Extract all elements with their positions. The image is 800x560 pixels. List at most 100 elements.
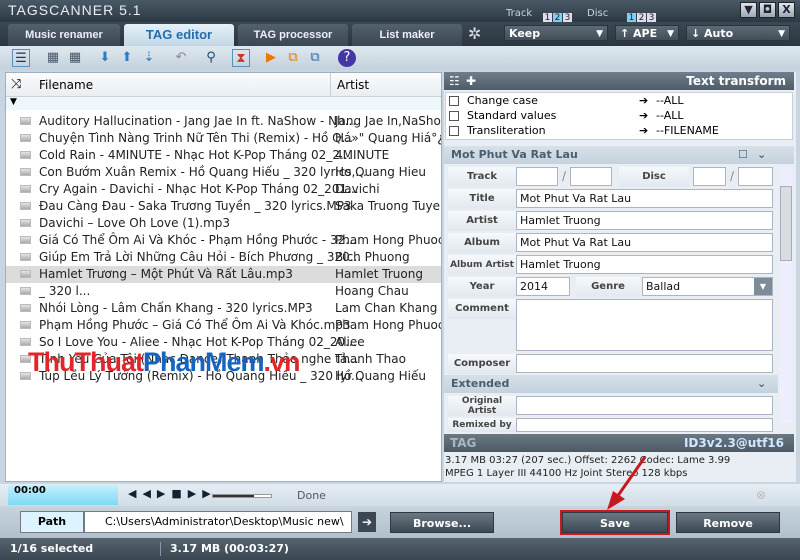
table-row[interactable]: _ 320 l... Hoang Chau xyxy=(6,283,441,300)
table-row[interactable]: Con Bướm Xuân Remix - Hồ Quang Hiếu _ 32… xyxy=(6,164,441,181)
extended-title: Extended xyxy=(451,377,510,390)
transform-target[interactable]: --ALL xyxy=(656,109,683,122)
save-button[interactable]: Save xyxy=(560,510,670,535)
comment-field-label: Comment xyxy=(448,299,516,319)
disc-total-input[interactable] xyxy=(738,167,773,186)
search-icon[interactable]: ⚲ xyxy=(202,49,220,67)
transform-item[interactable]: Transliteration ➔ --FILENAME xyxy=(449,124,779,139)
artist-input[interactable]: Hamlet Truong xyxy=(516,211,773,230)
table-row[interactable]: Cold Rain - 4MINUTE - Nhạc Hot K-Pop Thá… xyxy=(6,147,441,164)
table-row[interactable]: Đau Càng Đau - Saka Trương Tuyền _ 320 l… xyxy=(6,198,441,215)
tag-label: TAG xyxy=(450,436,477,450)
column-artist[interactable]: Artist xyxy=(337,78,369,92)
path-input[interactable]: C:\Users\Administrator\Desktop\Music new… xyxy=(84,511,352,533)
remixed-by-input[interactable] xyxy=(516,418,773,432)
close-player-icon[interactable]: ⊗ xyxy=(756,488,766,502)
main-section-header[interactable]: Mot Phut Va Rat Lau ☐ ⌄ xyxy=(444,146,794,164)
undo-icon[interactable]: ↶ xyxy=(172,49,190,67)
keep-dropdown[interactable]: Keep ▼ xyxy=(504,25,608,41)
browse-button[interactable]: Browse... xyxy=(390,512,494,533)
checkbox[interactable] xyxy=(449,126,459,136)
group-toggle[interactable]: ▼ xyxy=(6,97,441,110)
table-row[interactable]: Giá Có Thể Ôm Ai Và Khóc - Phạm Hồng Phư… xyxy=(6,232,441,249)
go-arrow-icon[interactable]: ➔ xyxy=(358,512,376,532)
transform-item[interactable]: Change case ➔ --ALL xyxy=(449,94,779,109)
title-input[interactable]: Mot Phut Va Rat Lau xyxy=(516,189,773,208)
auto-dropdown[interactable]: ↓ Auto ▼ xyxy=(686,25,790,41)
filename-cell: Hamlet Trương – Một Phút Và Rất Lâu.mp3 xyxy=(39,267,293,281)
disc-field-label: Disc xyxy=(619,167,689,187)
table-row[interactable]: Davichi – Love Oh Love (1).mp3 xyxy=(6,215,441,232)
filename-cell: Cold Rain - 4MINUTE - Nhạc Hot K-Pop Thá… xyxy=(39,148,352,162)
table-row[interactable]: Chuyện Tình Nàng Trinh Nữ Tên Thi (Remix… xyxy=(6,130,441,147)
tab-list-maker[interactable]: List maker xyxy=(352,24,462,46)
comment-input[interactable] xyxy=(516,299,773,351)
tab-tag-editor[interactable]: TAG editor xyxy=(124,24,234,46)
close-button[interactable]: X xyxy=(778,2,795,18)
chevron-down-icon[interactable]: ⌄ xyxy=(757,146,766,164)
column-filename[interactable]: Filename xyxy=(39,78,93,92)
transform-target[interactable]: --FILENAME xyxy=(656,124,719,137)
audio-file-icon xyxy=(20,117,31,125)
move-down-icon[interactable]: ⬇ xyxy=(96,49,114,67)
tree-view-icon[interactable]: ☰ xyxy=(12,49,30,67)
tab-bar: Music renamer TAG editor TAG processor L… xyxy=(0,22,800,46)
settings-gear-icon[interactable]: ✲ xyxy=(468,24,481,43)
arrow-icon: ➔ xyxy=(639,109,649,122)
album-input[interactable]: Mot Phut Va Rat Lau xyxy=(516,233,773,252)
genre-select[interactable]: Ballad ▼ xyxy=(642,277,773,296)
table-row[interactable]: Hamlet Trương – Một Phút Và Rất Lâu.mp3 H… xyxy=(6,266,441,283)
audio-file-icon xyxy=(20,151,31,159)
transform-item[interactable]: Standard values ➔ --ALL xyxy=(449,109,779,124)
table-row[interactable]: Phạm Hồng Phước – Giá Có Thể Ôm Ai Và Kh… xyxy=(6,317,441,334)
grid-large-icon[interactable]: ▦ xyxy=(66,49,84,67)
original-artist-field-label: Original Artist xyxy=(448,396,516,416)
chevron-down-icon[interactable]: ⌄ xyxy=(757,375,766,393)
table-row[interactable]: Auditory Hallucination - Jang Jae In ft.… xyxy=(6,113,441,130)
extended-section-header[interactable]: Extended ⌄ xyxy=(444,375,778,393)
transform-label: Standard values xyxy=(467,109,557,122)
scrollbar[interactable] xyxy=(780,168,792,423)
artist-cell: 4MINUTE xyxy=(335,148,390,162)
filename-cell: Auditory Hallucination - Jang Jae In ft.… xyxy=(39,114,357,128)
disc-input[interactable] xyxy=(693,167,726,186)
composer-input[interactable] xyxy=(516,354,773,373)
grid-small-icon[interactable]: ▦ xyxy=(44,49,62,67)
chevron-down-icon[interactable]: ▼ xyxy=(754,278,772,295)
file-list-icon[interactable]: ⧉ xyxy=(306,49,324,67)
list-icon[interactable]: ☷ xyxy=(449,72,460,90)
minimize-button[interactable]: ▼ xyxy=(740,2,757,18)
table-row[interactable]: Nhói Lòng - Lâm Chấn Khang - 320 lyrics.… xyxy=(6,300,441,317)
shuffle-icon[interactable]: ⤨ xyxy=(11,77,21,92)
maximize-button[interactable]: ◘ xyxy=(759,2,776,18)
year-input[interactable]: 2014 xyxy=(516,277,570,296)
sort-icon[interactable]: ⇣ xyxy=(140,49,158,67)
table-row[interactable]: Cry Again - Davichi - Nhạc Hot K-Pop Thá… xyxy=(6,181,441,198)
add-icon[interactable]: ✚ xyxy=(466,72,476,90)
transform-target[interactable]: --ALL xyxy=(656,94,683,107)
remove-button[interactable]: Remove xyxy=(676,512,780,533)
window-icon[interactable]: ☐ xyxy=(738,146,748,164)
copy-file-icon[interactable]: ⧉ xyxy=(284,49,302,67)
remixed-by-field-label: Remixed by xyxy=(448,418,516,432)
track-input[interactable] xyxy=(516,167,558,186)
checkbox[interactable] xyxy=(449,96,459,106)
original-artist-input[interactable] xyxy=(516,396,773,415)
checkbox[interactable] xyxy=(449,111,459,121)
tab-tag-processor[interactable]: TAG processor xyxy=(238,24,348,46)
chevron-down-icon: ▼ xyxy=(667,29,674,39)
player-controls[interactable]: ◀◀▶■▶▶ xyxy=(128,487,217,500)
track-total-input[interactable] xyxy=(570,167,612,186)
audio-file-icon xyxy=(20,270,31,278)
album-artist-input[interactable]: Hamlet Truong xyxy=(516,255,773,274)
filename-cell: Con Bướm Xuân Remix - Hồ Quang Hiếu _ 32… xyxy=(39,165,367,179)
help-icon[interactable]: ? xyxy=(338,49,356,67)
tab-music-renamer[interactable]: Music renamer xyxy=(8,24,120,46)
ape-dropdown[interactable]: ↑ APE ▼ xyxy=(615,25,679,41)
file-list[interactable]: ⤨ Filename Artist ▼ Auditory Hallucinati… xyxy=(5,72,442,482)
table-row[interactable]: Giúp Em Trả Lời Những Câu Hỏi - Bích Phư… xyxy=(6,249,441,266)
volume-slider[interactable] xyxy=(212,494,272,498)
play-file-icon[interactable]: ▶ xyxy=(262,49,280,67)
filter-icon[interactable]: ⧗ xyxy=(232,49,250,67)
move-up-icon[interactable]: ⬆ xyxy=(118,49,136,67)
